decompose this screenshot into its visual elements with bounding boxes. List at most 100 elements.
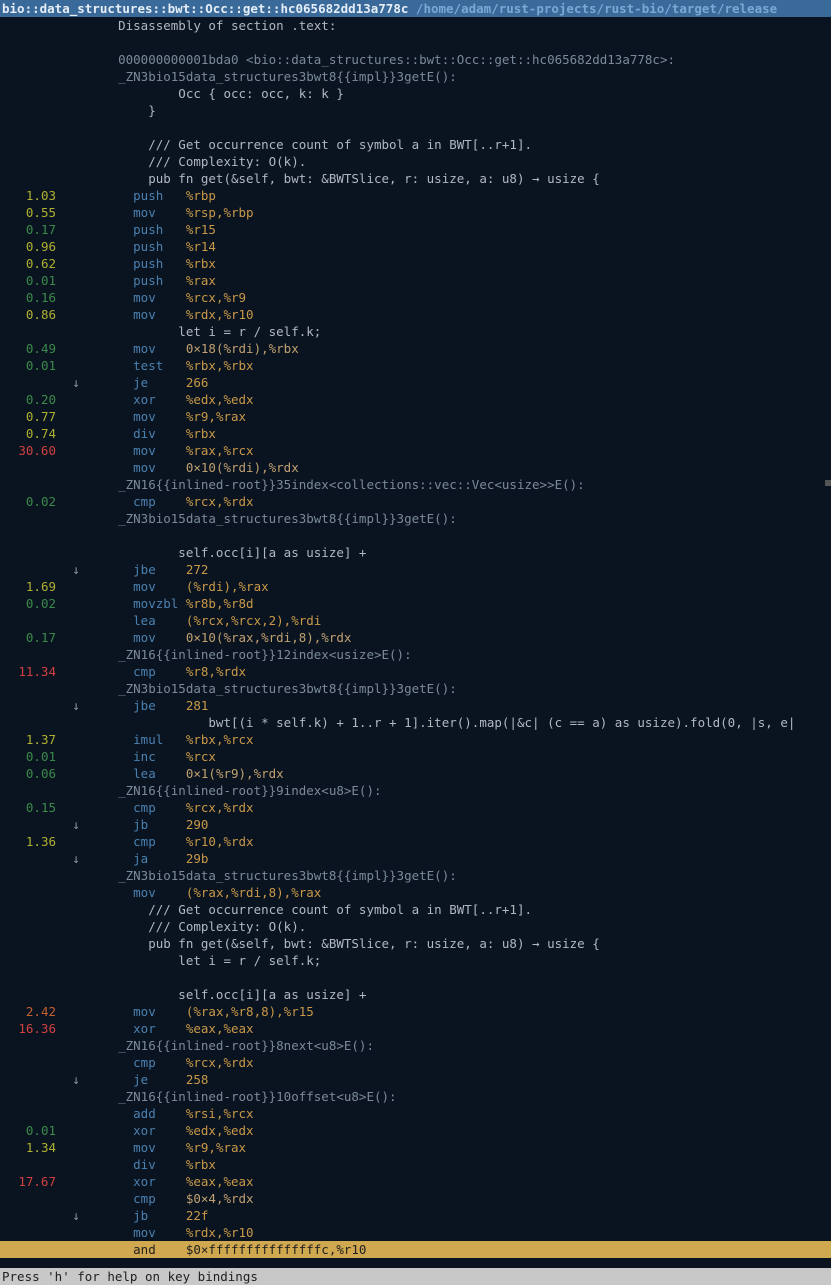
asm-line[interactable]: _ZN3bio15data_structures3bwt8{{impl}}3ge… bbox=[0, 510, 831, 527]
percent-column bbox=[0, 119, 64, 136]
asm-line[interactable]: 0.01 inc %rcx bbox=[0, 748, 831, 765]
asm-line[interactable]: mov (%rax,%rdi,8),%rax bbox=[0, 884, 831, 901]
asm-line[interactable]: ↓ jbe 281 bbox=[0, 697, 831, 714]
asm-line[interactable]: ↓ jb 22f bbox=[0, 1207, 831, 1224]
asm-line[interactable]: self.occ[i][a as usize] + bbox=[0, 986, 831, 1003]
code-column: _ZN3bio15data_structures3bwt8{{impl}}3ge… bbox=[88, 680, 831, 697]
percent-column bbox=[0, 527, 64, 544]
asm-line[interactable] bbox=[0, 969, 831, 986]
asm-line[interactable]: /// Complexity: O(k). bbox=[0, 918, 831, 935]
code-column: pub fn get(&self, bwt: &BWTSlice, r: usi… bbox=[88, 935, 831, 952]
asm-line[interactable]: bwt[(i * self.k) + 1..r + 1].iter().map(… bbox=[0, 714, 831, 731]
asm-line[interactable]: _ZN16{{inlined-root}}10offset<u8>E(): bbox=[0, 1088, 831, 1105]
asm-line[interactable]: ↓ ja 29b bbox=[0, 850, 831, 867]
asm-line[interactable]: lea (%rcx,%rcx,2),%rdi bbox=[0, 612, 831, 629]
asm-line[interactable]: _ZN16{{inlined-root}}8next<u8>E(): bbox=[0, 1037, 831, 1054]
asm-line[interactable]: 0.20 xor %edx,%edx bbox=[0, 391, 831, 408]
asm-line[interactable]: 0.77 mov %r9,%rax bbox=[0, 408, 831, 425]
asm-line[interactable]: ↓ je 258 bbox=[0, 1071, 831, 1088]
jump-indicator bbox=[64, 782, 88, 799]
jump-indicator: ↓ bbox=[64, 561, 88, 578]
percent-column bbox=[0, 544, 64, 561]
code-column: jb 290 bbox=[88, 816, 831, 833]
asm-line[interactable]: 0.15 cmp %rcx,%rdx bbox=[0, 799, 831, 816]
asm-line[interactable]: ↓ jbe 272 bbox=[0, 561, 831, 578]
asm-line[interactable]: 0.17 push %r15 bbox=[0, 221, 831, 238]
asm-line-highlighted[interactable]: and $0×fffffffffffffffc,%r10 bbox=[0, 1241, 831, 1258]
asm-line[interactable]: /// Complexity: O(k). bbox=[0, 153, 831, 170]
asm-line[interactable]: 0.16 mov %rcx,%r9 bbox=[0, 289, 831, 306]
asm-line[interactable]: 0.74 div %rbx bbox=[0, 425, 831, 442]
asm-line[interactable]: 0.86 mov %rdx,%r10 bbox=[0, 306, 831, 323]
asm-line[interactable]: _ZN16{{inlined-root}}9index<u8>E(): bbox=[0, 782, 831, 799]
percent-column: 0.01 bbox=[0, 272, 64, 289]
asm-line[interactable]: pub fn get(&self, bwt: &BWTSlice, r: usi… bbox=[0, 170, 831, 187]
asm-line[interactable] bbox=[0, 119, 831, 136]
asm-line[interactable]: _ZN3bio15data_structures3bwt8{{impl}}3ge… bbox=[0, 68, 831, 85]
code-column: mov %rsp,%rbp bbox=[88, 204, 831, 221]
jump-indicator bbox=[64, 68, 88, 85]
jump-indicator bbox=[64, 170, 88, 187]
asm-line[interactable]: 0.49 mov 0×18(%rdi),%rbx bbox=[0, 340, 831, 357]
jump-indicator bbox=[64, 765, 88, 782]
asm-line[interactable]: 0.01 push %rax bbox=[0, 272, 831, 289]
asm-line[interactable]: 0.62 push %rbx bbox=[0, 255, 831, 272]
asm-line[interactable]: let i = r / self.k; bbox=[0, 952, 831, 969]
asm-line[interactable]: 17.67 xor %eax,%eax bbox=[0, 1173, 831, 1190]
asm-line[interactable]: _ZN3bio15data_structures3bwt8{{impl}}3ge… bbox=[0, 867, 831, 884]
asm-line[interactable]: 000000000001bda0 <bio::data_structures::… bbox=[0, 51, 831, 68]
disassembly-viewport[interactable]: Disassembly of section .text: 0000000000… bbox=[0, 17, 831, 1268]
asm-line[interactable]: /// Get occurrence count of symbol a in … bbox=[0, 136, 831, 153]
asm-line[interactable]: ↓ je 266 bbox=[0, 374, 831, 391]
percent-column bbox=[0, 170, 64, 187]
code-column: inc %rcx bbox=[88, 748, 831, 765]
asm-line[interactable]: 1.36 cmp %r10,%rdx bbox=[0, 833, 831, 850]
asm-line[interactable]: add %rsi,%rcx bbox=[0, 1105, 831, 1122]
asm-line[interactable]: 0.06 lea 0×1(%r9),%rdx bbox=[0, 765, 831, 782]
asm-line[interactable]: } bbox=[0, 102, 831, 119]
jump-indicator bbox=[64, 748, 88, 765]
asm-line[interactable]: 11.34 cmp %r8,%rdx bbox=[0, 663, 831, 680]
asm-line[interactable]: Disassembly of section .text: bbox=[0, 17, 831, 34]
jump-indicator bbox=[64, 1190, 88, 1207]
asm-line[interactable]: mov 0×10(%rdi),%rdx bbox=[0, 459, 831, 476]
asm-line[interactable]: Occ { occ: occ, k: k } bbox=[0, 85, 831, 102]
asm-line[interactable]: _ZN16{{inlined-root}}12index<usize>E(): bbox=[0, 646, 831, 663]
asm-line[interactable]: self.occ[i][a as usize] + bbox=[0, 544, 831, 561]
asm-line[interactable]: 0.96 push %r14 bbox=[0, 238, 831, 255]
percent-column: 0.02 bbox=[0, 595, 64, 612]
asm-line[interactable]: 16.36 xor %eax,%eax bbox=[0, 1020, 831, 1037]
jump-indicator bbox=[64, 238, 88, 255]
asm-line[interactable]: 1.03 push %rbp bbox=[0, 187, 831, 204]
asm-line[interactable]: 1.34 mov %r9,%rax bbox=[0, 1139, 831, 1156]
jump-indicator bbox=[64, 663, 88, 680]
asm-line[interactable] bbox=[0, 34, 831, 51]
asm-line[interactable]: 0.02 movzbl %r8b,%r8d bbox=[0, 595, 831, 612]
code-column: imul %rbx,%rcx bbox=[88, 731, 831, 748]
asm-line[interactable]: 0.17 mov 0×10(%rax,%rdi,8),%rdx bbox=[0, 629, 831, 646]
asm-line[interactable]: div %rbx bbox=[0, 1156, 831, 1173]
code-column: self.occ[i][a as usize] + bbox=[88, 986, 831, 1003]
asm-line[interactable]: 1.69 mov (%rdi),%rax bbox=[0, 578, 831, 595]
asm-line[interactable]: _ZN16{{inlined-root}}35index<collections… bbox=[0, 476, 831, 493]
asm-line[interactable]: 2.42 mov (%rax,%r8,8),%r15 bbox=[0, 1003, 831, 1020]
code-column: and $0×fffffffffffffffc,%r10 bbox=[88, 1241, 831, 1258]
asm-line[interactable]: 30.60 mov %rax,%rcx bbox=[0, 442, 831, 459]
asm-line[interactable]: mov %rdx,%r10 bbox=[0, 1224, 831, 1241]
asm-line[interactable]: cmp %rcx,%rdx bbox=[0, 1054, 831, 1071]
asm-line[interactable]: pub fn get(&self, bwt: &BWTSlice, r: usi… bbox=[0, 935, 831, 952]
asm-line[interactable]: /// Get occurrence count of symbol a in … bbox=[0, 901, 831, 918]
asm-line[interactable]: ↓ jb 290 bbox=[0, 816, 831, 833]
jump-indicator bbox=[64, 1105, 88, 1122]
asm-line[interactable]: 0.55 mov %rsp,%rbp bbox=[0, 204, 831, 221]
asm-line[interactable]: 0.02 cmp %rcx,%rdx bbox=[0, 493, 831, 510]
asm-line[interactable]: 1.37 imul %rbx,%rcx bbox=[0, 731, 831, 748]
percent-column bbox=[0, 884, 64, 901]
code-column: cmp %rcx,%rdx bbox=[88, 1054, 831, 1071]
asm-line[interactable]: _ZN3bio15data_structures3bwt8{{impl}}3ge… bbox=[0, 680, 831, 697]
asm-line[interactable] bbox=[0, 527, 831, 544]
asm-line[interactable]: 0.01 test %rbx,%rbx bbox=[0, 357, 831, 374]
asm-line[interactable]: cmp $0×4,%rdx bbox=[0, 1190, 831, 1207]
asm-line[interactable]: let i = r / self.k; bbox=[0, 323, 831, 340]
asm-line[interactable]: 0.01 xor %edx,%edx bbox=[0, 1122, 831, 1139]
